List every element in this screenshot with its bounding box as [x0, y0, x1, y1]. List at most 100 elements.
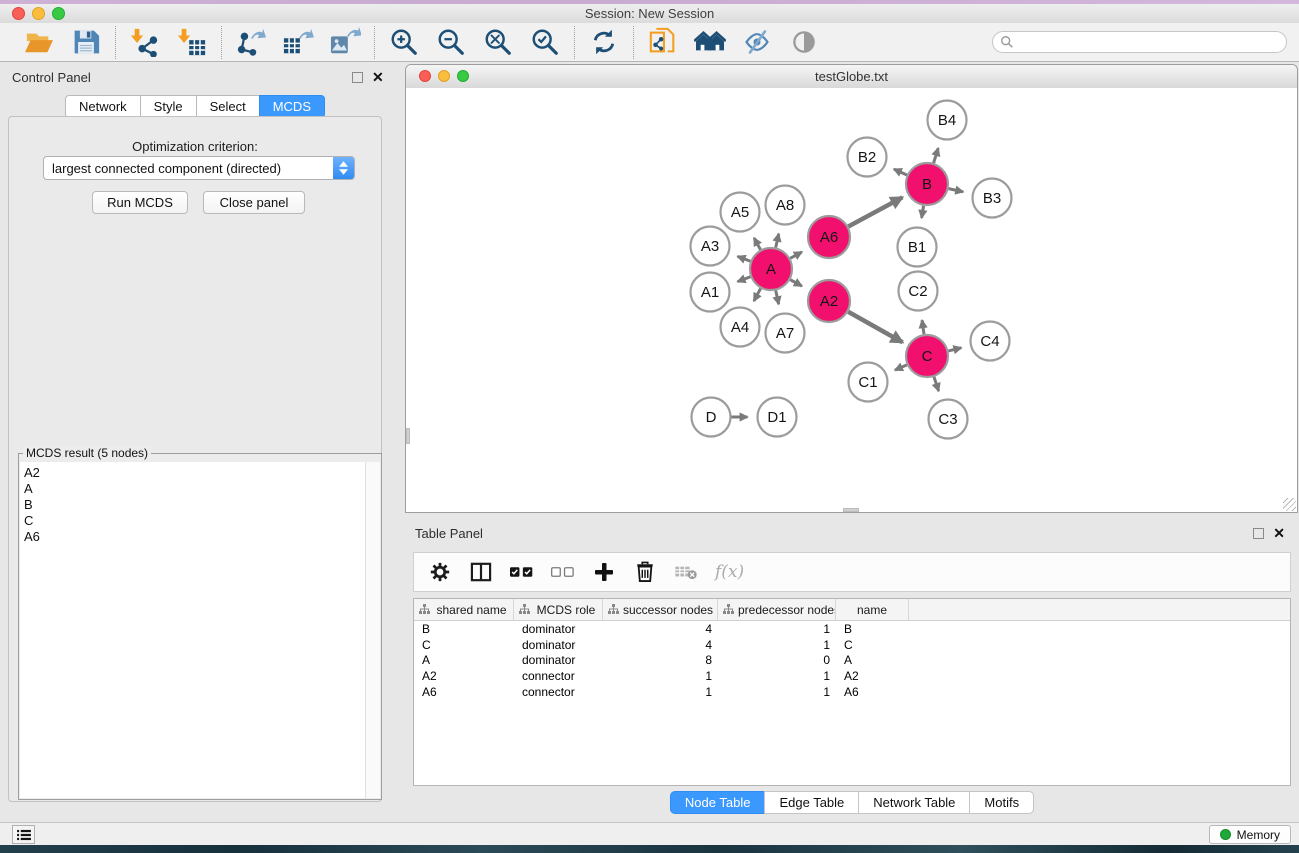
tab-edge-table[interactable]: Edge Table — [764, 791, 859, 814]
graph-edge-C-C4[interactable] — [948, 348, 961, 351]
search-input[interactable] — [992, 31, 1287, 53]
cell-successor-nodes[interactable]: 4 — [603, 622, 718, 636]
zoom-fit-icon[interactable] — [482, 26, 514, 58]
graph-edge-C-C3[interactable] — [934, 377, 939, 391]
cell-successor-nodes[interactable]: 1 — [603, 685, 718, 699]
tab-style[interactable]: Style — [140, 95, 197, 118]
cell-predecessor-nodes[interactable]: 1 — [718, 669, 836, 683]
cell-MCDS-role[interactable]: connector — [514, 685, 603, 699]
network-from-selection-icon[interactable] — [647, 26, 679, 58]
cell-predecessor-nodes[interactable]: 1 — [718, 638, 836, 652]
network-hscroll-nub[interactable] — [843, 508, 859, 512]
export-network-icon[interactable] — [235, 26, 267, 58]
run-mcds-button[interactable]: Run MCDS — [92, 191, 188, 214]
column-header-predecessor-nodes[interactable]: predecessor nodes — [718, 599, 836, 620]
cell-predecessor-nodes[interactable]: 0 — [718, 653, 836, 667]
network-resize-grip[interactable] — [1283, 498, 1296, 511]
mcds-result-item[interactable]: A — [24, 481, 365, 497]
cell-predecessor-nodes[interactable]: 1 — [718, 622, 836, 636]
table-row[interactable]: A2connector11A2 — [414, 668, 1290, 684]
create-column-plus-icon[interactable] — [592, 560, 616, 584]
network-window-titlebar[interactable]: testGlobe.txt — [406, 65, 1297, 89]
import-table-icon[interactable] — [176, 26, 208, 58]
graph-edge-B-B3[interactable] — [949, 189, 964, 192]
graph-edge-A6-B[interactable] — [848, 197, 902, 226]
tab-network[interactable]: Network — [65, 95, 141, 118]
cell-MCDS-role[interactable]: connector — [514, 669, 603, 683]
column-header-shared-name[interactable]: shared name — [414, 599, 514, 620]
graph-edge-C-C2[interactable] — [922, 320, 924, 334]
table-settings-gear-icon[interactable] — [428, 560, 452, 584]
column-header-name[interactable]: name — [836, 599, 909, 620]
optimization-criterion-select[interactable]: largest connected component (directed) — [43, 156, 355, 180]
graph-edge-A-A2[interactable] — [790, 280, 802, 286]
graph-edge-A-A6[interactable] — [790, 252, 802, 258]
control-panel-close-icon[interactable]: ✕ — [372, 72, 384, 83]
cell-shared-name[interactable]: A — [414, 653, 514, 667]
refresh-layout-icon[interactable] — [588, 26, 620, 58]
mcds-result-item[interactable]: B — [24, 497, 365, 513]
zoom-out-icon[interactable] — [435, 26, 467, 58]
cell-name[interactable]: C — [836, 638, 909, 652]
table-panel-float-icon[interactable] — [1253, 528, 1264, 539]
graph-edge-A-A8[interactable] — [776, 234, 779, 248]
cell-name[interactable]: A6 — [836, 685, 909, 699]
cell-successor-nodes[interactable]: 4 — [603, 638, 718, 652]
table-row[interactable]: A6connector11A6 — [414, 684, 1290, 700]
cell-shared-name[interactable]: C — [414, 638, 514, 652]
column-header-MCDS-role[interactable]: MCDS role — [514, 599, 603, 620]
zoom-in-icon[interactable] — [388, 26, 420, 58]
cell-MCDS-role[interactable]: dominator — [514, 638, 603, 652]
graph-edge-A2-C[interactable] — [848, 312, 902, 343]
table-row[interactable]: Bdominator41B — [414, 621, 1290, 637]
open-session-icon[interactable] — [23, 26, 55, 58]
export-image-icon[interactable] — [329, 26, 361, 58]
save-session-icon[interactable] — [70, 26, 102, 58]
cell-shared-name[interactable]: A2 — [414, 669, 514, 683]
cell-successor-nodes[interactable]: 8 — [603, 653, 718, 667]
network-canvas[interactable]: B4B2BB3B1A8A5A6A3AC2A1A2A4A7C4CC1DD1C3 — [406, 88, 1297, 512]
graph-edge-A-A4[interactable] — [754, 288, 761, 301]
function-builder-icon[interactable]: f(x) — [715, 562, 744, 582]
graph-edge-C-C1[interactable] — [895, 365, 907, 370]
home-icon[interactable] — [694, 26, 726, 58]
task-history-button[interactable] — [12, 825, 35, 844]
tab-motifs[interactable]: Motifs — [969, 791, 1034, 814]
table-panel-close-icon[interactable]: ✕ — [1273, 528, 1285, 539]
graph-edge-B-B4[interactable] — [934, 148, 939, 163]
column-header-successor-nodes[interactable]: successor nodes — [603, 599, 718, 620]
table-columns-icon[interactable] — [469, 560, 493, 584]
zoom-selected-icon[interactable] — [529, 26, 561, 58]
mcds-result-scrollbar[interactable] — [366, 462, 380, 798]
hide-selected-icon[interactable] — [741, 26, 773, 58]
mcds-result-item[interactable]: A6 — [24, 529, 365, 545]
table-row[interactable]: Cdominator41C — [414, 637, 1290, 653]
cell-name[interactable]: A — [836, 653, 909, 667]
mcds-result-item[interactable]: C — [24, 513, 365, 529]
graph-edge-A-A1[interactable] — [738, 277, 751, 282]
tab-network-table[interactable]: Network Table — [858, 791, 970, 814]
export-table-icon[interactable] — [282, 26, 314, 58]
cell-name[interactable]: B — [836, 622, 909, 636]
cell-successor-nodes[interactable]: 1 — [603, 669, 718, 683]
memory-button[interactable]: Memory — [1209, 825, 1291, 844]
tab-node-table[interactable]: Node Table — [670, 791, 766, 814]
graph-edge-A-A5[interactable] — [754, 238, 760, 250]
tab-select[interactable]: Select — [196, 95, 260, 118]
control-panel-float-icon[interactable] — [352, 72, 363, 83]
graph-edge-A-A7[interactable] — [776, 290, 779, 304]
show-all-icon[interactable] — [788, 26, 820, 58]
close-panel-button[interactable]: Close panel — [203, 191, 305, 214]
cell-shared-name[interactable]: B — [414, 622, 514, 636]
table-row[interactable]: Adominator80A — [414, 652, 1290, 668]
graph-edge-B-B2[interactable] — [894, 169, 907, 175]
graph-edge-A-A3[interactable] — [738, 256, 751, 261]
graph-edge-B-B1[interactable] — [922, 206, 924, 218]
cell-predecessor-nodes[interactable]: 1 — [718, 685, 836, 699]
select-all-columns-icon[interactable] — [510, 560, 534, 584]
delete-table-icon[interactable] — [674, 560, 698, 584]
cell-MCDS-role[interactable]: dominator — [514, 653, 603, 667]
network-vscroll-nub[interactable] — [406, 428, 410, 444]
delete-column-trash-icon[interactable] — [633, 560, 657, 584]
cell-MCDS-role[interactable]: dominator — [514, 622, 603, 636]
